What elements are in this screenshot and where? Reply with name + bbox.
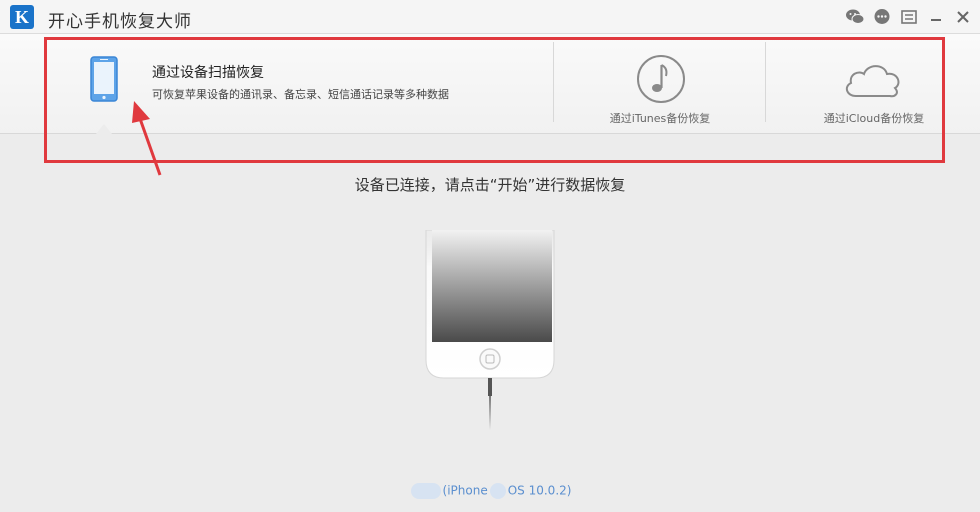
cloud-icon <box>842 60 904 104</box>
icloud-mode-label: 通过iCloud备份恢复 <box>823 112 925 125</box>
app-title: 开心手机恢复大师 <box>48 12 192 32</box>
mode-icloud-backup[interactable]: 通过iCloud备份恢复 <box>768 34 980 134</box>
close-icon[interactable] <box>953 7 973 27</box>
scan-mode-description: 可恢复苹果设备的通讯录、备忘录、短信通话记录等多种数据 <box>152 88 449 101</box>
divider <box>765 42 766 122</box>
mode-itunes-backup[interactable]: 通过iTunes备份恢复 <box>556 34 764 134</box>
redacted-blur <box>489 483 506 499</box>
device-os: OS 10.0.2) <box>507 483 572 498</box>
selected-mode-indicator <box>96 124 112 134</box>
wechat-icon[interactable] <box>845 7 865 27</box>
app-logo: K <box>10 5 34 29</box>
itunes-mode-label: 通过iTunes备份恢复 <box>609 112 711 125</box>
minimize-icon[interactable] <box>926 7 946 27</box>
divider <box>553 42 554 122</box>
connection-status-message: 设备已连接，请点击“开始”进行数据恢复 <box>354 176 626 194</box>
phone-icon <box>90 56 118 106</box>
device-info: (iPhone OS 10.0.2) <box>0 483 980 499</box>
device-model: (iPhone <box>442 483 488 498</box>
menu-icon[interactable] <box>899 7 919 27</box>
annotation-arrow <box>120 95 170 184</box>
scan-mode-title: 通过设备扫描恢复 <box>152 65 264 81</box>
device-illustration <box>420 229 560 434</box>
title-bar: K 开心手机恢复大师 <box>0 0 980 34</box>
music-note-icon <box>636 54 686 108</box>
chat-bubble-icon[interactable] <box>872 7 892 27</box>
redacted-blur <box>410 483 441 499</box>
